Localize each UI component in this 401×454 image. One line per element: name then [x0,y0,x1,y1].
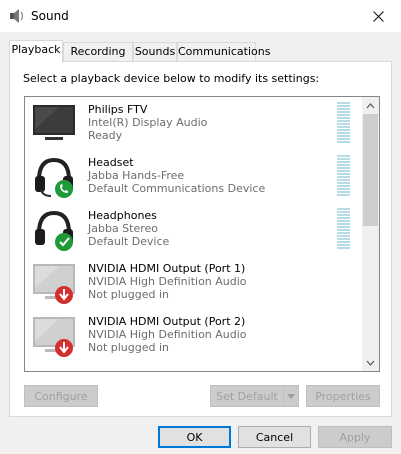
device-driver: Intel(R) Display Audio [88,116,208,129]
device-item-nvidia-port-2[interactable]: NVIDIA HDMI Output (Port 2) NVIDIA High … [25,311,363,364]
set-default-dropdown[interactable] [283,385,299,407]
chevron-down-icon [366,360,375,366]
phone-badge-icon [55,180,73,198]
device-driver: Jabba Hands-Free [88,169,185,182]
device-status: Not plugged in [88,341,170,354]
device-item-headset[interactable]: Headset Jabba Hands-Free Default Communi… [25,152,363,205]
device-name: NVIDIA HDMI Output (Port 1) [88,262,246,275]
ok-button[interactable]: OK [158,426,231,448]
headphones-icon [35,210,73,251]
scroll-thumb[interactable] [363,114,378,226]
scroll-up-button[interactable] [362,97,379,114]
window-title: Sound [31,9,69,23]
playback-panel: Select a playback device below to modify… [9,61,392,417]
volume-meter [337,208,350,250]
volume-meter [337,102,350,144]
device-name: Philips FTV [88,103,148,116]
cancel-button[interactable]: Cancel [238,426,311,448]
configure-button[interactable]: Configure [24,385,98,407]
monitor-icon [33,105,75,140]
device-name: Headset [88,156,134,169]
device-item-headphones[interactable]: Headphones Jabba Stereo Default Device [25,205,363,258]
checkmark-badge-icon [55,233,73,251]
tab-recording[interactable]: Recording [63,42,133,62]
device-driver: NVIDIA High Definition Audio [88,275,247,288]
volume-meter [337,155,350,197]
device-status: Not plugged in [88,288,170,301]
device-list[interactable]: Philips FTV Intel(R) Display Audio Ready… [24,96,380,372]
speaker-icon [10,9,24,23]
monitor-icon [33,264,75,304]
device-status: Ready [88,129,123,142]
apply-button[interactable]: Apply [318,426,392,448]
instruction-text: Select a playback device below to modify… [23,72,320,85]
title-bar: Sound [0,0,401,32]
monitor-icon [33,317,75,357]
close-button[interactable] [355,0,401,32]
properties-button[interactable]: Properties [306,385,380,407]
tab-sounds[interactable]: Sounds [133,42,177,62]
device-driver: Jabba Stereo [88,222,159,235]
list-scrollbar[interactable] [362,97,379,371]
device-name: NVIDIA HDMI Output (Port 2) [88,315,246,328]
device-item-philips-ftv[interactable]: Philips FTV Intel(R) Display Audio Ready [25,99,363,152]
headset-icon [35,157,73,198]
device-item-nvidia-port-1[interactable]: NVIDIA HDMI Output (Port 1) NVIDIA High … [25,258,363,311]
device-driver: NVIDIA High Definition Audio [88,328,247,341]
tab-playback[interactable]: Playback [9,40,63,63]
device-status: Default Device [88,235,170,248]
chevron-up-icon [366,102,375,108]
tab-communications[interactable]: Communications [177,42,270,62]
set-default-button[interactable]: Set Default [210,385,284,407]
device-name: Headphones [88,209,157,222]
chevron-down-icon [287,393,295,399]
device-status: Default Communications Device [88,182,266,195]
close-icon [372,10,384,22]
scroll-down-button[interactable] [362,354,379,371]
